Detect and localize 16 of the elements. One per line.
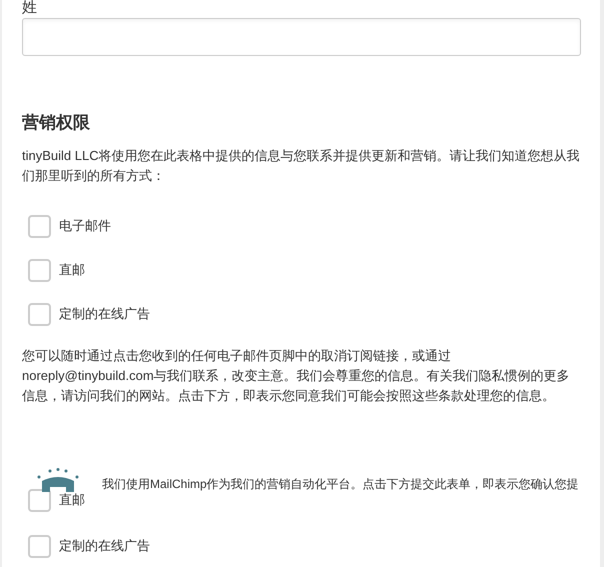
checkbox-label: 电子邮件 xyxy=(59,217,111,236)
checkbox-label: 定制的在线广告 xyxy=(59,305,150,324)
checkbox-label: 直邮 xyxy=(59,261,85,280)
section-heading: 营销权限 xyxy=(22,112,91,134)
checkbox-label: 直邮 xyxy=(59,491,85,510)
mailchimp-text: 我们使用MailChimp作为我们的营销自动化平台。点击下方提交此表单，即表示您确认您提 xyxy=(102,475,579,493)
checkbox[interactable] xyxy=(28,488,51,512)
last-name-field[interactable] xyxy=(22,18,581,56)
checkbox[interactable] xyxy=(28,534,51,558)
checkbox-label: 定制的在线广告 xyxy=(59,537,150,556)
checkbox[interactable] xyxy=(28,258,51,282)
intro-paragraph: tinyBuild LLC将使用您在此表格中提供的信息与您联系并提供更新和营销。请让我们知道您想从我们那里听到的所有方式： xyxy=(22,147,580,185)
field-label: 姓 xyxy=(22,0,38,16)
checkbox[interactable] xyxy=(28,214,51,238)
checkbox[interactable] xyxy=(28,302,51,326)
notice-paragraph: 您可以随时通过点击您收到的任何电子邮件页脚中的取消订阅链接，或通过noreply@tinybuild.com与我们联系，改变主意。我们会尊重您的信息。有关我们隐私惯例的更多信息，请访问我们的网站。点击下方，即表示您同意我们可能会按照这些条款处理您的信息。 xyxy=(22,347,571,405)
